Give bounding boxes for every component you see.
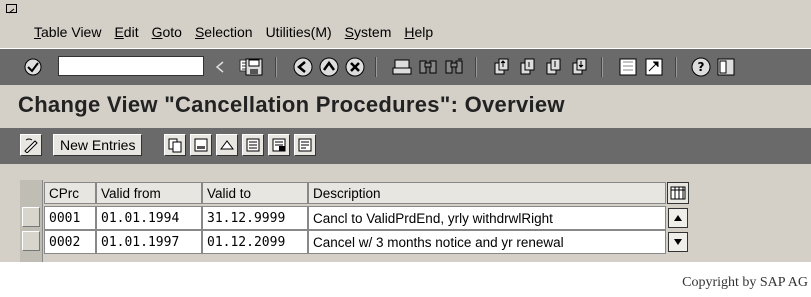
row-selector[interactable] xyxy=(22,207,40,227)
check-icon[interactable] xyxy=(22,56,44,78)
row-selector[interactable] xyxy=(22,231,40,251)
menu-system[interactable]: System xyxy=(345,24,392,40)
menu-goto[interactable]: Goto xyxy=(152,24,182,40)
menu-edit[interactable]: Edit xyxy=(114,24,138,40)
find-next-icon[interactable] xyxy=(444,56,464,78)
select-block-icon[interactable] xyxy=(268,134,290,156)
next-page-icon[interactable] xyxy=(544,56,564,78)
system-menu-icon[interactable] xyxy=(6,4,18,14)
delete-icon[interactable] xyxy=(190,134,212,156)
menu-selection[interactable]: Selection xyxy=(195,24,253,40)
column-header-valid-to[interactable]: Valid to xyxy=(202,182,308,204)
select-all-icon[interactable] xyxy=(242,134,264,156)
column-header-description[interactable]: Description xyxy=(308,182,666,204)
last-page-icon[interactable] xyxy=(570,56,590,78)
undo-change-icon[interactable] xyxy=(216,134,238,156)
find-icon[interactable] xyxy=(418,56,438,78)
table-cell-valid-from[interactable]: 01.01.1994 xyxy=(96,206,202,230)
scroll-down-icon[interactable] xyxy=(668,232,688,252)
application-toolbar: New Entries xyxy=(0,128,811,164)
menu-table-view[interactable]: Table View xyxy=(34,24,101,40)
page-title: Change View "Cancellation Procedures": O… xyxy=(18,92,565,117)
table-cell-valid-to[interactable]: 31.12.9999 xyxy=(202,206,308,230)
column-header-cprc[interactable]: CPrc xyxy=(44,182,96,204)
column-header-valid-from[interactable]: Valid from xyxy=(96,182,202,204)
table-cell-cprc[interactable]: 0002 xyxy=(44,230,96,254)
row-selector-column xyxy=(20,180,43,262)
deselect-all-icon[interactable] xyxy=(294,134,316,156)
create-session-icon[interactable] xyxy=(618,56,638,78)
svg-text:?: ? xyxy=(698,60,705,74)
first-page-icon[interactable] xyxy=(492,56,512,78)
copyright-caption: Copyright by SAP AG xyxy=(682,275,808,290)
command-field[interactable] xyxy=(58,56,250,76)
menu-help[interactable]: Help xyxy=(404,24,433,40)
previous-page-icon[interactable] xyxy=(518,56,538,78)
shortcut-icon[interactable] xyxy=(644,56,664,78)
layout-icon[interactable] xyxy=(716,56,736,78)
back-icon[interactable] xyxy=(292,56,314,78)
table-settings-icon[interactable] xyxy=(667,182,689,204)
standard-toolbar: ? xyxy=(0,48,811,85)
table-cell-description[interactable]: Cancel w/ 3 months notice and yr renewal xyxy=(308,230,666,254)
new-entries-button[interactable]: New Entries xyxy=(53,134,143,156)
display-change-icon[interactable] xyxy=(20,134,42,156)
menu-utilities[interactable]: Utilities(M) xyxy=(266,24,332,40)
help-icon[interactable]: ? xyxy=(690,56,712,78)
exit-icon[interactable] xyxy=(318,56,340,78)
scroll-up-icon[interactable] xyxy=(668,208,688,228)
table-cell-valid-to[interactable]: 01.12.2099 xyxy=(202,230,308,254)
back-arrow-icon[interactable] xyxy=(214,56,226,78)
table-cell-description[interactable]: Cancl to ValidPrdEnd, yrly withdrwlRight xyxy=(308,206,666,230)
save-icon[interactable] xyxy=(244,56,264,78)
print-icon[interactable] xyxy=(392,56,412,78)
copy-as-icon[interactable] xyxy=(164,134,186,156)
table-cell-valid-from[interactable]: 01.01.1997 xyxy=(96,230,202,254)
menu-items: Table View Edit Goto Selection Utilities… xyxy=(34,24,446,40)
table-control: CPrc Valid from Valid to Description 000… xyxy=(20,180,700,262)
table-cell-cprc[interactable]: 0001 xyxy=(44,206,96,230)
cancel-icon[interactable] xyxy=(344,56,366,78)
menu-bar: Table View Edit Goto Selection Utilities… xyxy=(0,0,811,46)
